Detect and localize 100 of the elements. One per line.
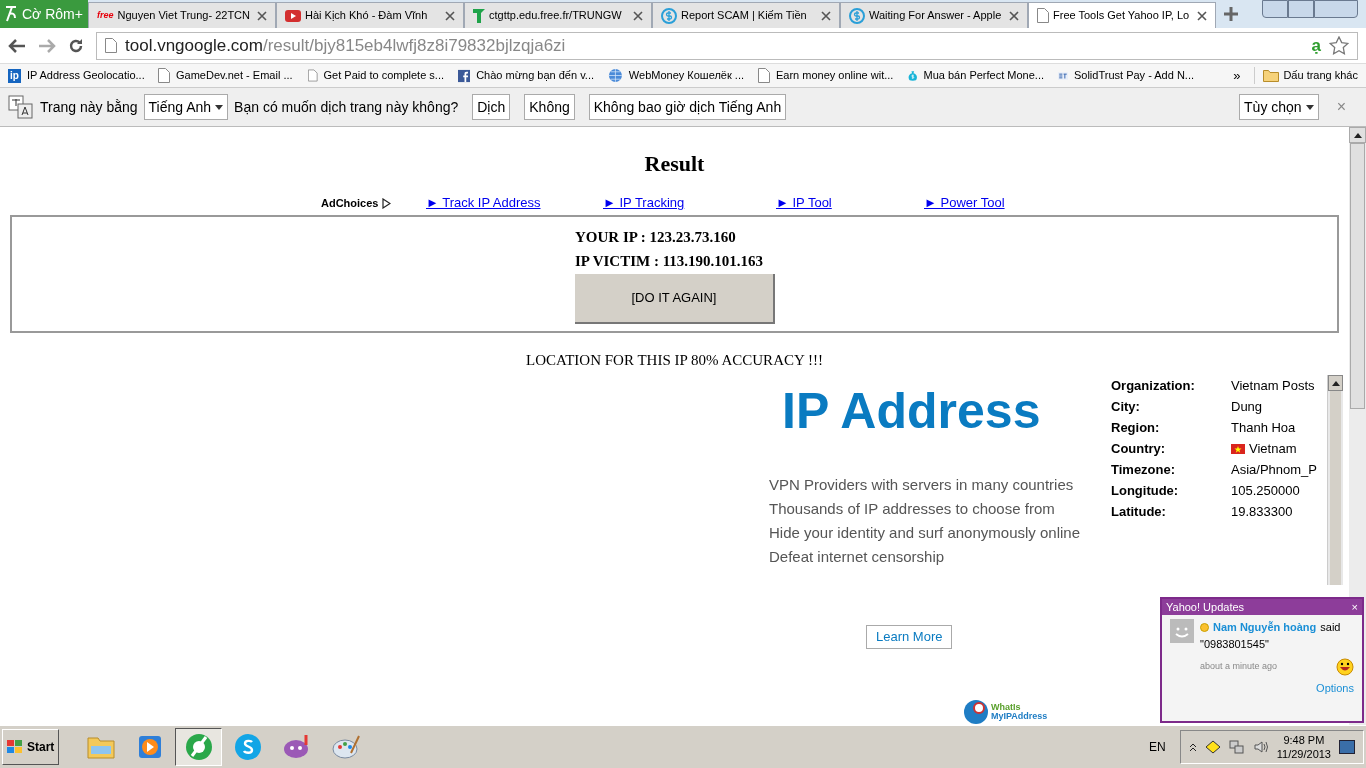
avatar-icon [1170,619,1194,643]
tab-title: Free Tools Get Yahoo IP, Lo [1053,8,1191,24]
window-close-button[interactable] [1314,0,1358,18]
victim-ip-text: IP VICTIM : 113.190.101.163 [575,252,765,271]
nav-link[interactable]: ► Track IP Address [426,195,541,211]
dollar-circle-icon [661,7,677,24]
caret-icon [1305,104,1314,110]
bookmark-item[interactable]: Get Paid to complete s... [308,67,444,84]
minimize-button[interactable] [1262,0,1288,18]
start-button[interactable]: Start [2,729,60,765]
bookmark-item[interactable]: GameDev.net - Email ... [158,67,294,84]
location-heading: LOCATION FOR THIS IP 80% ACCURACY !!! [525,350,824,370]
other-bookmarks[interactable]: Dấu trang khác [1254,67,1358,84]
back-icon[interactable] [8,38,26,53]
your-ip-text: YOUR IP : 123.23.73.160 [575,228,737,247]
info-label: Organization: [1111,376,1196,395]
scrollbar[interactable] [1327,375,1343,585]
info-value: 19.833300 [1231,502,1293,521]
adchoices-icon[interactable] [382,197,392,209]
nav-link[interactable]: ► Power Tool [924,195,1005,211]
nav-link[interactable]: ► IP Tracking [603,195,685,211]
free-logo-icon: free [97,11,114,20]
bookmark-item[interactable]: Mua bán Perfect Mone... [908,67,1044,84]
browser-tab[interactable]: Waiting For Answer - Apple [840,2,1028,28]
browser-tab[interactable]: Free Tools Get Yahoo IP, Lo [1028,2,1216,28]
globe-icon [608,68,623,83]
browser-tab[interactable]: Report SCAM | Kiếm Tiền [652,2,840,28]
info-label: Latitude: [1111,502,1167,521]
close-icon[interactable] [821,10,831,21]
ad-line: Hide your identity and surf anonymously online [769,523,1081,543]
reload-icon[interactable] [68,37,84,54]
network-icon[interactable] [1228,739,1245,755]
browser-tab[interactable]: ctgttp.edu.free.fr/TRUNGW [464,2,652,28]
stp-logo-icon [1058,69,1068,82]
info-value: Dung [1231,397,1263,416]
message-text: "0983801545" [1200,636,1270,652]
bookmark-item[interactable]: WebMoney Кошелёк ... [608,67,744,84]
bookmark-item[interactable]: ip IP Address Geolocatio... [8,67,144,84]
address-field[interactable]: tool.vngoogle.com/result/bjy815eb4lwfj8z8i79832bjlzqja6zi ạ [96,31,1358,60]
translate-prompt: Trang này bằng [40,97,138,117]
page-icon [758,68,770,83]
nav-link[interactable]: ► IP Tool [776,195,832,211]
tab-title: ctgttp.edu.free.fr/TRUNGW [489,8,623,24]
info-value: Vietnam Posts [1231,376,1315,395]
adchoices-label[interactable]: AdChoices [321,194,379,212]
browser-tab[interactable]: free Nguyen Viet Trung- 22TCN [88,2,276,28]
up-arrow-icon[interactable] [1331,380,1340,386]
tab-title: Hài Kịch Khó - Đàm Vĩnh [305,8,429,24]
caret-icon [215,104,224,110]
notification-title: Yahoo! Updates [1166,599,1245,615]
translate-button[interactable]: Dịch [472,94,511,120]
whatismyipaddress-logo: WhatIs MyIPAddress [963,699,1090,725]
ad-line: VPN Providers with servers in many countries [769,475,1075,495]
close-icon[interactable] [633,10,643,21]
tab-title: Waiting For Answer - Apple [869,8,1003,24]
page-title: Result [643,150,706,178]
close-icon[interactable]: × [1351,598,1358,616]
new-tab-icon[interactable] [1224,7,1238,21]
info-value: 105.250000 [1231,481,1300,500]
taskbar-app-button[interactable] [175,728,223,766]
speaker-icon[interactable] [1252,739,1269,755]
close-icon[interactable] [1009,10,1019,21]
info-value: Asia/Phnom_P [1231,460,1317,479]
translate-icon [8,95,34,119]
language-indicator[interactable]: EN [1149,738,1166,756]
play-icon [136,734,163,760]
info-label: Region: [1111,418,1161,437]
info-value: Vietnam [1231,438,1297,459]
close-icon[interactable] [445,10,455,21]
info-value: Thanh Hoa [1231,418,1296,437]
language-dropdown[interactable]: Tiếng Anh [143,94,229,120]
show-desktop-button[interactable] [1339,740,1355,754]
dollar-circle-icon [849,7,865,24]
translate-button[interactable]: Không bao giờ dịch Tiếng Anh [588,94,787,120]
bookmark-item[interactable]: SolidTrust Pay - Add N... [1058,67,1194,84]
facebook-icon [458,68,471,83]
skype-icon [232,732,263,762]
bookmark-item[interactable]: Earn money online wit... [758,67,894,84]
windows-logo-icon [7,740,23,754]
bookmark-item[interactable]: Chào mừng bạn đến v... [458,67,594,84]
restore-button[interactable] [1288,0,1314,18]
options-dropdown[interactable]: Tùy chọn [1239,94,1319,120]
extension-icon[interactable]: ạ [1311,32,1321,59]
info-label: Country: [1111,439,1167,458]
do-it-again-button[interactable]: [DO IT AGAIN] [575,274,775,324]
close-icon[interactable] [257,10,267,21]
ip-logo-icon: ip [8,68,21,83]
up-arrow-icon[interactable] [1353,132,1362,138]
browser-tab[interactable]: Hài Kịch Khó - Đàm Vĩnh [276,2,464,28]
page-icon [308,68,318,83]
clock[interactable]: 9:48 PM 11/29/2013 [1276,733,1331,761]
diamond-icon[interactable] [1204,740,1221,754]
translate-button[interactable]: Không [524,94,575,120]
folder-icon [85,734,116,760]
close-icon[interactable] [1197,10,1207,21]
expand-icon[interactable] [1188,742,1197,752]
learn-more-button[interactable]: Learn More [866,625,953,649]
bookmarks-overflow[interactable]: » [1233,65,1241,86]
star-icon[interactable] [1329,36,1349,55]
tab-title: Nguyen Viet Trung- 22TCN [117,8,251,24]
